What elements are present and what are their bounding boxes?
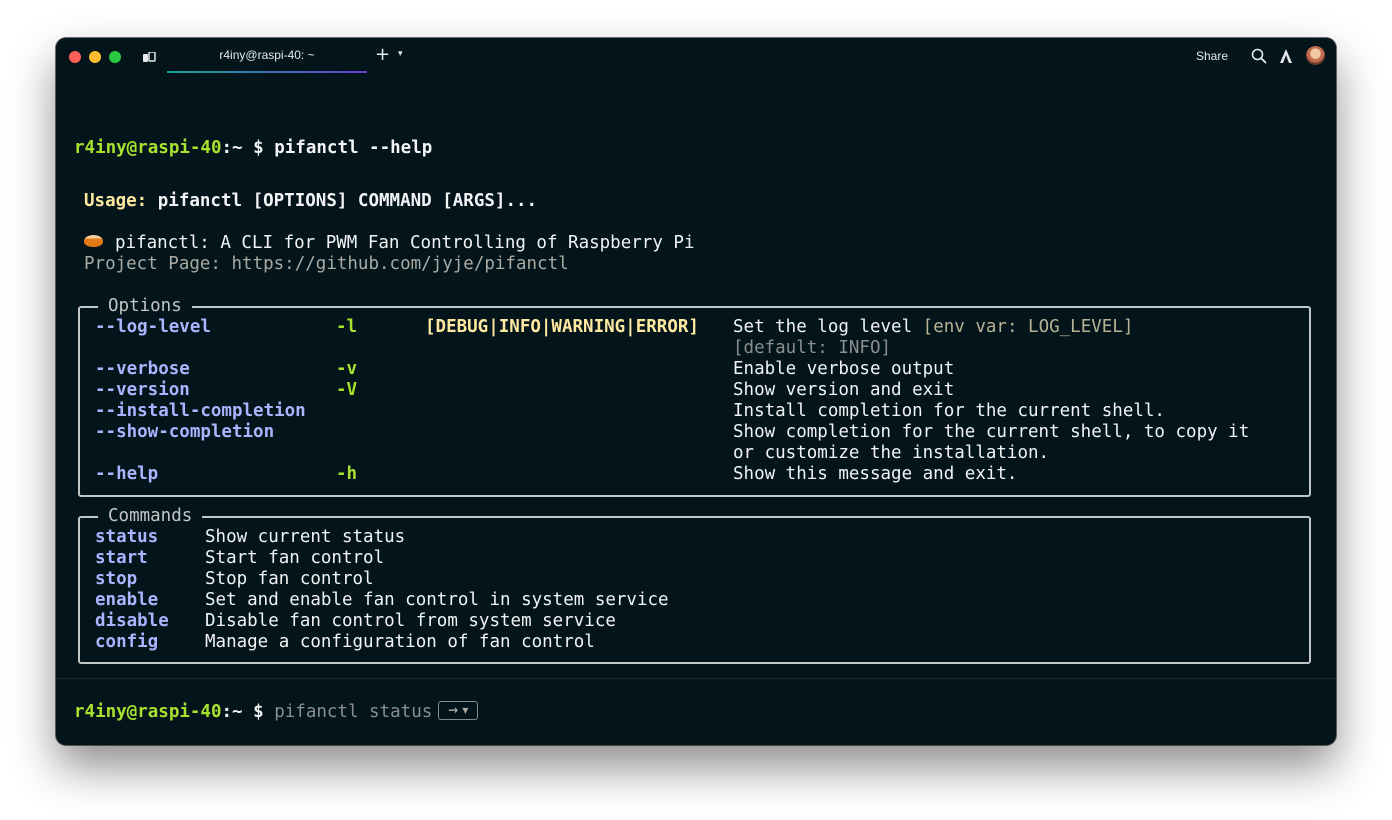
command-name: disable [95,611,169,631]
prompt-line: r4iny@raspi-40:~ $ pifanctl --help [74,138,432,159]
option-name: --install-completion [95,401,306,421]
option-short: -h [336,464,358,484]
input-divider [56,678,1336,679]
project-page: Project Page: https://github.com/jyje/pi… [84,254,569,274]
command-desc: Manage a configuration of fan control [205,632,595,652]
close-button[interactable] [69,51,81,63]
chevron-down-icon[interactable]: ▾ [398,49,403,59]
input-line[interactable]: r4iny@raspi-40:~ $ pifanctl status → ▾ [74,700,479,723]
ai-assistant-icon[interactable] [1279,48,1293,68]
option-name: --version [95,380,190,400]
command-name: start [95,548,148,568]
tab-title: r4iny@raspi-40: ~ [219,48,315,62]
tab-active-indicator [167,71,367,73]
option-desc: Enable verbose output [733,359,955,379]
option-type: [DEBUG|INFO|WARNING|ERROR] [425,317,699,337]
avatar[interactable] [1306,46,1325,65]
option-name: --help [95,464,159,484]
zoom-button[interactable] [109,51,121,63]
option-name: --show-completion [95,422,275,442]
option-desc: Show completion for the current shell, t… [733,422,1250,442]
command-desc: Set and enable fan control in system ser… [205,590,669,610]
entered-command: pifanctl --help [274,138,433,158]
command-name: stop [95,569,138,589]
option-desc: Show this message and exit. [733,464,1018,484]
sidebar-icon[interactable] [142,49,156,68]
usage-label: Usage: [84,191,148,211]
option-short: -l [336,317,358,337]
option-desc-continued: or customize the installation. [733,443,1050,463]
autosuggestion-text: pifanctl status [274,702,433,722]
prompt-path: :~ [221,702,243,722]
option-short: -v [336,359,358,379]
usage-line: Usage: pifanctl [OPTIONS] COMMAND [ARGS]… [84,191,537,212]
command-name: status [95,527,159,547]
options-panel-title: Options [98,296,192,317]
option-env: [env var: LOG_LEVEL] [922,317,1134,337]
command-name: config [95,632,159,652]
command-name: enable [95,590,159,610]
prompt-symbol: $ [253,702,264,722]
title-bar: r4iny@raspi-40: ~ + ▾ Share [56,38,1336,76]
description-line: pifanctl: A CLI for PWM Fan Controlling … [84,233,694,254]
tab-terminal[interactable]: r4iny@raspi-40: ~ [167,38,367,74]
option-name: --log-level [95,317,211,337]
prompt-symbol: $ [253,138,264,158]
prompt-user-host: r4iny@raspi-40 [74,138,222,158]
plus-icon[interactable]: + [375,46,390,64]
commands-panel-title: Commands [98,506,203,527]
command-desc: Show current status [205,527,406,547]
option-desc: Set the log level [env var: LOG_LEVEL] [733,317,1134,337]
accept-suggestion-button[interactable]: → ▾ [438,700,479,720]
option-default: [default: INFO] [733,338,892,358]
command-desc: Start fan control [205,548,385,568]
prompt-path: :~ [221,138,243,158]
option-desc: Show version and exit [733,380,955,400]
option-name: --verbose [95,359,190,379]
command-desc: Stop fan control [205,569,374,589]
option-short: -V [336,380,358,400]
command-desc: Disable fan control from system service [205,611,616,631]
description-title: pifanctl: A CLI for PWM Fan Controlling … [115,233,695,253]
terminal-window: r4iny@raspi-40: ~ + ▾ Share r4iny@raspi-… [56,38,1336,745]
fan-emoji-icon [84,235,103,247]
usage-text: pifanctl [OPTIONS] COMMAND [ARGS]... [147,191,538,211]
option-desc: Install completion for the current shell… [733,401,1165,421]
prompt-user-host: r4iny@raspi-40 [74,702,222,722]
minimize-button[interactable] [89,51,101,63]
share-button[interactable]: Share [1196,49,1228,63]
search-icon[interactable] [1251,48,1267,68]
